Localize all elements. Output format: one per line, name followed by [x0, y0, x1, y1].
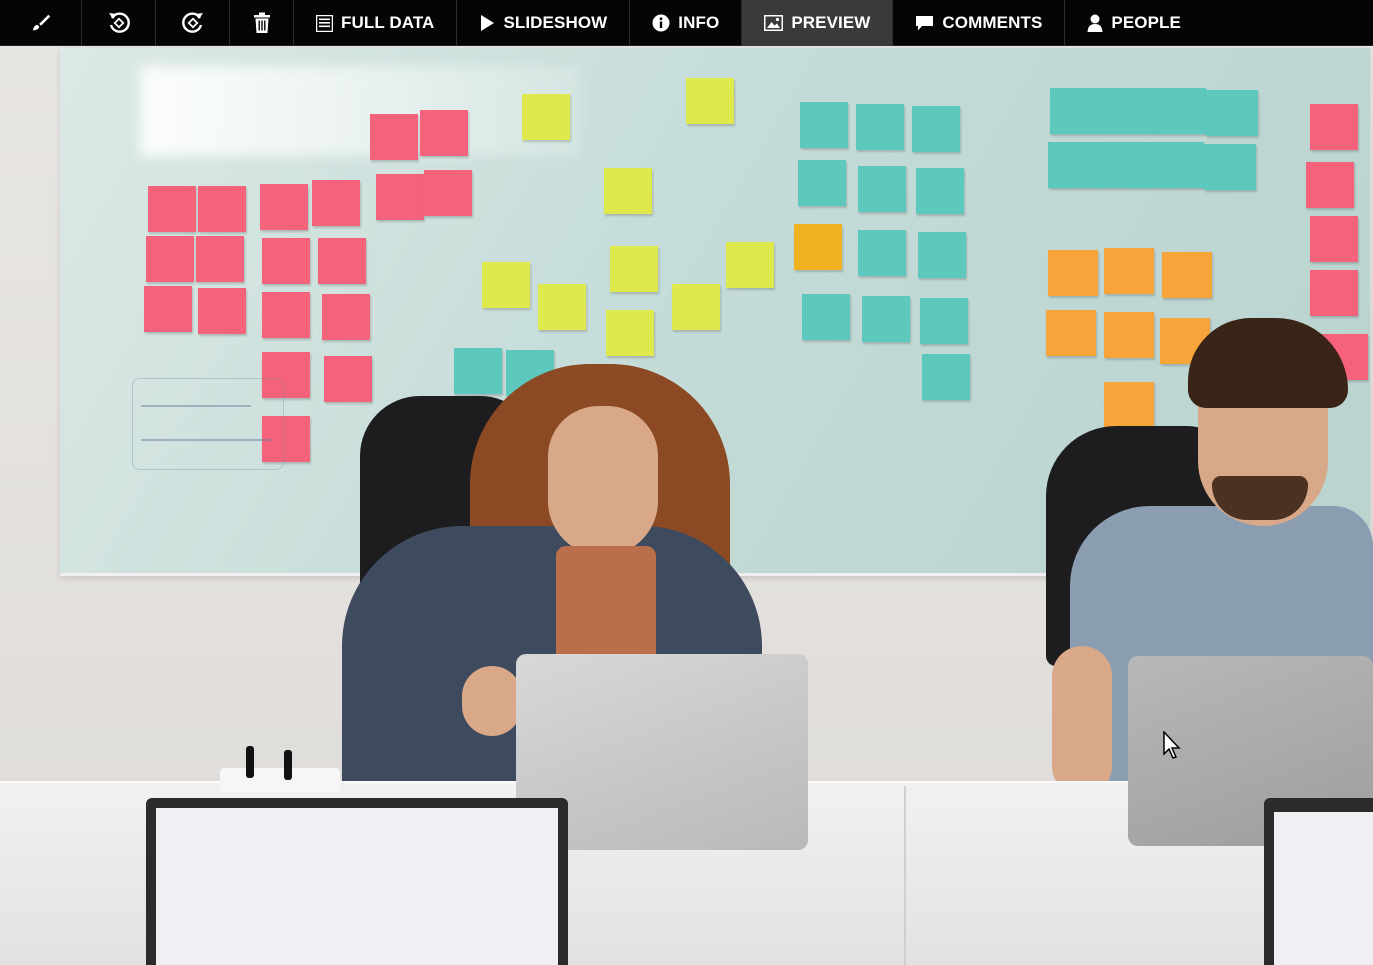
- tab-info[interactable]: INFO: [630, 0, 743, 46]
- list-icon: [316, 14, 333, 32]
- rotate-right-button[interactable]: [156, 0, 230, 46]
- tab-comments[interactable]: COMMENTS: [893, 0, 1066, 46]
- paintbrush-icon: [32, 14, 50, 31]
- paint-button[interactable]: [0, 0, 82, 46]
- tab-info-label: INFO: [678, 13, 720, 32]
- play-icon: [481, 15, 495, 31]
- laptop-screen: [146, 798, 568, 965]
- tab-preview-label: PREVIEW: [791, 13, 871, 32]
- info-icon: [652, 14, 670, 32]
- image-icon: [764, 15, 784, 31]
- tab-people-label: PEOPLE: [1111, 13, 1181, 32]
- comment-icon: [916, 15, 934, 30]
- rotate-left-button[interactable]: [82, 0, 156, 46]
- tab-preview[interactable]: PREVIEW: [742, 0, 894, 46]
- person-icon: [1087, 14, 1103, 32]
- trash-icon: [253, 12, 270, 33]
- preview-image[interactable]: [0, 46, 1373, 965]
- tab-slideshow[interactable]: SLIDESHOW: [457, 0, 631, 46]
- tab-comments-label: COMMENTS: [942, 13, 1043, 32]
- toolbar: FULL DATA SLIDESHOW INFO PREVIEW COMMENT…: [0, 0, 1373, 46]
- tab-full-data[interactable]: FULL DATA: [294, 0, 458, 46]
- tab-people[interactable]: PEOPLE: [1065, 0, 1203, 46]
- laptop-screen: [1264, 798, 1373, 965]
- mouse-cursor-icon: [1163, 731, 1181, 759]
- rotate-left-icon: [108, 12, 130, 33]
- tab-full-data-label: FULL DATA: [341, 13, 435, 32]
- delete-button[interactable]: [230, 0, 294, 46]
- pen-holder: [220, 768, 340, 792]
- rotate-right-icon: [181, 12, 203, 33]
- tab-slideshow-label: SLIDESHOW: [503, 13, 608, 32]
